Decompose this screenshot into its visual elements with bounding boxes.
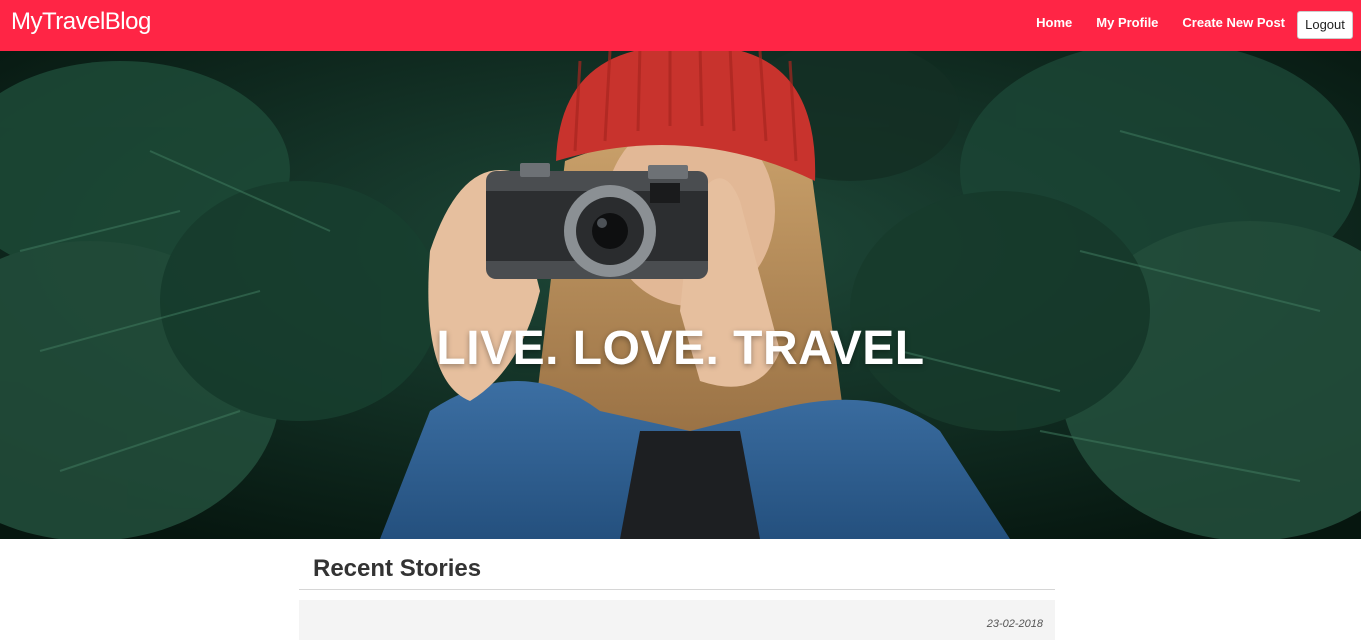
story-card[interactable]: 23-02-2018 xyxy=(299,600,1055,640)
nav-create-post-link[interactable]: Create New Post xyxy=(1182,8,1285,37)
section-title: Recent Stories xyxy=(299,539,1055,590)
hero-background-image xyxy=(0,51,1361,539)
nav-home-link[interactable]: Home xyxy=(1036,8,1072,37)
hero-banner: LIVE. LOVE. TRAVEL xyxy=(0,51,1361,539)
hero-title: LIVE. LOVE. TRAVEL xyxy=(436,322,925,375)
top-navbar: MyTravelBlog Home My Profile Create New … xyxy=(0,0,1361,51)
logout-button[interactable]: Logout xyxy=(1297,10,1353,39)
nav-my-profile-link[interactable]: My Profile xyxy=(1096,8,1158,37)
nav-links: Home My Profile Create New Post Logout xyxy=(1036,10,1353,39)
brand-logo[interactable]: MyTravelBlog xyxy=(11,7,151,37)
story-date: 23-02-2018 xyxy=(986,618,1043,630)
